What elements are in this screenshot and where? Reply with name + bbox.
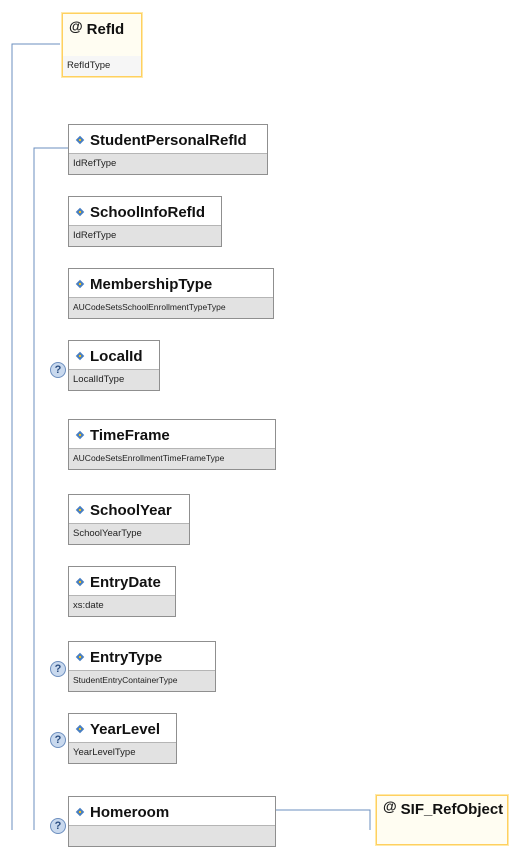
node-type: IdRefType	[69, 225, 221, 246]
element-icon	[75, 352, 85, 362]
element-node-yearlevel[interactable]: YearLevel YearLevelType	[68, 713, 177, 764]
node-name: TimeFrame	[90, 427, 170, 444]
element-icon	[75, 208, 85, 218]
node-name: SchoolYear	[90, 502, 172, 519]
element-icon	[75, 808, 85, 818]
node-type: AUCodeSetsEnrollmentTimeFrameType	[69, 448, 275, 469]
element-icon	[75, 653, 85, 663]
node-type: StudentEntryContainerType	[69, 670, 215, 691]
element-icon	[75, 506, 85, 516]
node-name: EntryType	[90, 649, 163, 666]
element-node-homeroom[interactable]: Homeroom	[68, 796, 276, 847]
element-node-timeframe[interactable]: TimeFrame AUCodeSetsEnrollmentTimeFrameT…	[68, 419, 276, 470]
at-icon: @	[69, 18, 83, 34]
node-type: SchoolYearType	[69, 523, 189, 544]
element-node-schoolyear[interactable]: SchoolYear SchoolYearType	[68, 494, 190, 545]
element-node-membershiptype[interactable]: MembershipType AUCodeSetsSchoolEnrollmen…	[68, 268, 274, 319]
node-type: YearLevelType	[69, 742, 176, 763]
node-name: EntryDate	[90, 574, 161, 591]
element-icon	[75, 431, 85, 441]
node-name: SchoolInfoRefId	[90, 204, 205, 221]
element-node-schoolinforefid[interactable]: SchoolInfoRefId IdRefType	[68, 196, 222, 247]
node-name: SIF_RefObject	[400, 801, 504, 818]
element-node-entrytype[interactable]: EntryType StudentEntryContainerType	[68, 641, 216, 692]
node-type: RefIdType	[63, 56, 141, 76]
node-type: xs:date	[69, 595, 175, 616]
element-node-entrydate[interactable]: EntryDate xs:date	[68, 566, 176, 617]
element-icon	[75, 725, 85, 735]
node-name: LocalId	[90, 348, 143, 365]
node-name: StudentPersonalRefId	[90, 132, 247, 149]
node-type	[69, 825, 275, 846]
element-node-studentpersonalrefid[interactable]: StudentPersonalRefId IdRefType	[68, 124, 268, 175]
element-icon	[75, 578, 85, 588]
node-name: YearLevel	[90, 721, 161, 738]
node-type: LocalIdType	[69, 369, 159, 390]
node-name: MembershipType	[90, 276, 213, 293]
element-icon	[75, 280, 85, 290]
element-node-localid[interactable]: LocalId LocalIdType	[68, 340, 160, 391]
at-icon: @	[383, 798, 397, 814]
node-type: IdRefType	[69, 153, 267, 174]
optional-question-icon: ?	[50, 818, 66, 834]
node-type: AUCodeSetsSchoolEnrollmentTypeType	[69, 297, 273, 318]
node-name: Homeroom	[90, 804, 170, 821]
optional-question-icon: ?	[50, 661, 66, 677]
optional-question-icon: ?	[50, 362, 66, 378]
node-name: RefId	[86, 21, 125, 38]
element-icon	[75, 136, 85, 146]
refid-attribute-node[interactable]: @ RefId RefIdType	[62, 13, 142, 77]
sif-refobject-attribute-node[interactable]: @ SIF_RefObject	[376, 795, 508, 845]
optional-question-icon: ?	[50, 732, 66, 748]
